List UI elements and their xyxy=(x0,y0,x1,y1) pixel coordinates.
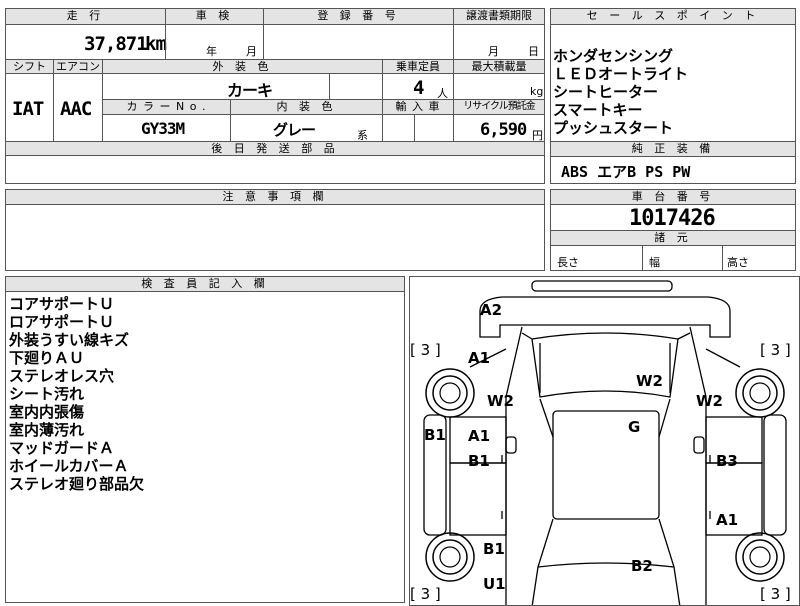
damage-diagram: [ 3 ] [ 3 ] [ 3 ] [ 3 ] A2 A1 W2 W2 W2 G… xyxy=(409,276,800,606)
transfer-deadline-header: 譲渡書類期限 xyxy=(453,8,545,25)
registration-cell xyxy=(263,24,454,60)
tire-front-left-icon xyxy=(425,368,475,418)
chassis-number-value: 1017426 xyxy=(629,206,716,231)
registration-header: 登 録 番 号 xyxy=(263,8,454,25)
spec-table: 走 行 車 検 登 録 番 号 譲渡書類期限 37,871 km 年 月 月 日… xyxy=(0,0,546,185)
exterior-color-value: カーキ xyxy=(227,81,273,100)
max-load-header: 最大積載量 xyxy=(453,59,545,74)
sales-points-header: セ ー ル ス ポ イ ン ト xyxy=(550,8,796,25)
post-parts-cell xyxy=(5,155,545,184)
damage-mark: A1 xyxy=(716,511,739,529)
damage-mark: A2 xyxy=(480,301,503,319)
import-cell xyxy=(382,114,454,142)
load-unit: kg xyxy=(530,85,544,98)
tire-front-left-grade: [ 3 ] xyxy=(410,341,441,359)
ac-cell: AAC xyxy=(53,73,103,142)
transfer-deadline-cell: 月 日 xyxy=(453,24,545,60)
color-no-header: カ ラ ー N o . xyxy=(102,99,231,115)
damage-mark: B1 xyxy=(424,426,446,444)
inspection-note: ステレオ廻り部品欠 xyxy=(9,475,145,493)
tire-front-right-icon xyxy=(735,368,785,418)
inspection-cell: 年 月 xyxy=(165,24,264,60)
tire-rear-right-icon xyxy=(735,532,785,582)
damage-mark: A1 xyxy=(468,349,491,367)
equipment-header: 純 正 装 備 xyxy=(550,141,796,157)
seats-header: 乗車定員 xyxy=(382,59,454,74)
sales-points-box: ホンダセンシング ＬＥＤオートライト シートヒーター スマートキー プッシュスタ… xyxy=(550,24,796,142)
damage-mark: W2 xyxy=(696,392,723,410)
sales-point-item: プッシュスタート xyxy=(553,119,674,137)
inspection-note: ホイールカバーＡ xyxy=(9,457,129,475)
mileage-unit: km xyxy=(145,33,167,55)
inspection-note: 室内内張傷 xyxy=(9,403,85,421)
damage-mark: B2 xyxy=(631,557,653,575)
interior-color-value: グレー xyxy=(273,121,316,139)
tire-rear-left-icon xyxy=(425,532,475,582)
ac-header: エアコン xyxy=(53,59,103,74)
inspection-header: 車 検 xyxy=(165,8,264,25)
transfer-day-label: 日 xyxy=(528,45,539,58)
inspection-note: 下廻りＡＵ xyxy=(9,349,85,367)
damage-mark: U1 xyxy=(483,575,506,593)
recycle-header: リサイクル預託金 xyxy=(453,99,545,115)
recycle-cell: 6,590 円 xyxy=(453,114,545,142)
inspection-note: 外装うすい線キズ xyxy=(9,331,130,349)
inspection-note: コアサポートＵ xyxy=(9,295,115,313)
sales-point-item: ホンダセンシング xyxy=(553,47,674,65)
notes-box xyxy=(5,204,545,271)
shift-header: シフト xyxy=(5,59,54,74)
dimension-width-label: 幅 xyxy=(649,256,660,269)
dimension-length-label: 長さ xyxy=(557,256,579,269)
tire-front-right-grade: [ 3 ] xyxy=(760,341,791,359)
damage-mark: A1 xyxy=(468,427,491,445)
transfer-month-label: 月 xyxy=(488,45,499,58)
equipment-value: ABS エアB PS PW xyxy=(561,163,691,181)
mileage-header: 走 行 xyxy=(5,8,166,25)
damage-mark: G xyxy=(628,418,641,436)
mileage-cell: 37,871 km xyxy=(5,24,167,60)
inspection-month-label: 月 xyxy=(246,45,257,58)
equipment-box: ABS エアB PS PW xyxy=(550,156,796,184)
inspector-list: コアサポートＵ ロアサポートＵ 外装うすい線キズ 下廻りＡＵ ステレオレス穴 シ… xyxy=(9,295,144,493)
damage-mark: B3 xyxy=(716,452,738,470)
chassis-number-header: 車 台 番 号 xyxy=(550,189,796,205)
post-parts-header: 後 日 発 送 部 品 xyxy=(5,141,545,156)
inspection-note: ステレオレス穴 xyxy=(9,367,115,385)
inspector-header: 検 査 員 記 入 欄 xyxy=(5,276,405,292)
sales-point-item: スマートキー xyxy=(553,101,643,119)
dimension-height-label: 高さ xyxy=(727,256,749,269)
interior-color-header: 内 装 色 xyxy=(230,99,383,115)
damage-mark: B1 xyxy=(468,452,490,470)
damage-mark: B1 xyxy=(483,540,505,558)
dimensions-header: 諸 元 xyxy=(550,230,796,246)
dimensions-box: 長さ 幅 高さ xyxy=(550,245,796,271)
color-no-value: GY33M xyxy=(141,119,185,138)
sales-points-list: ホンダセンシング ＬＥＤオートライト シートヒーター スマートキー プッシュスタ… xyxy=(553,47,688,137)
exterior-color-cell: カーキ xyxy=(102,73,383,100)
sales-point-item: シートヒーター xyxy=(553,83,659,101)
sales-point-item: ＬＥＤオートライト xyxy=(553,65,689,83)
damage-mark: W2 xyxy=(487,392,514,410)
shift-value: IAT xyxy=(12,98,44,120)
inspection-note: ロアサポートＵ xyxy=(9,313,115,331)
inspector-box: コアサポートＵ ロアサポートＵ 外装うすい線キズ 下廻りＡＵ ステレオレス穴 シ… xyxy=(5,291,405,603)
damage-mark: W2 xyxy=(636,372,663,390)
ac-value: AAC xyxy=(60,98,92,120)
inspection-year-label: 年 xyxy=(206,45,217,58)
exterior-color-header: 外 装 色 xyxy=(102,59,383,74)
import-header: 輸 入 車 xyxy=(382,99,454,115)
mileage-value: 37,871 xyxy=(84,33,148,55)
interior-color-cell: グレー 系 xyxy=(230,114,383,142)
chassis-number-box: 1017426 xyxy=(550,204,796,231)
inspection-note: シート汚れ xyxy=(9,385,85,403)
recycle-value: 6,590 xyxy=(480,120,527,140)
seats-cell: 4 人 xyxy=(382,73,454,100)
inspection-note: 室内薄汚れ xyxy=(9,421,85,439)
notes-header: 注 意 事 項 欄 xyxy=(5,189,545,205)
shift-cell: IAT xyxy=(5,73,54,142)
max-load-cell: kg xyxy=(453,73,545,100)
color-no-cell: GY33M xyxy=(102,114,231,142)
seats-value: 4 xyxy=(413,77,424,99)
inspection-note: マッドガードＡ xyxy=(9,439,115,457)
